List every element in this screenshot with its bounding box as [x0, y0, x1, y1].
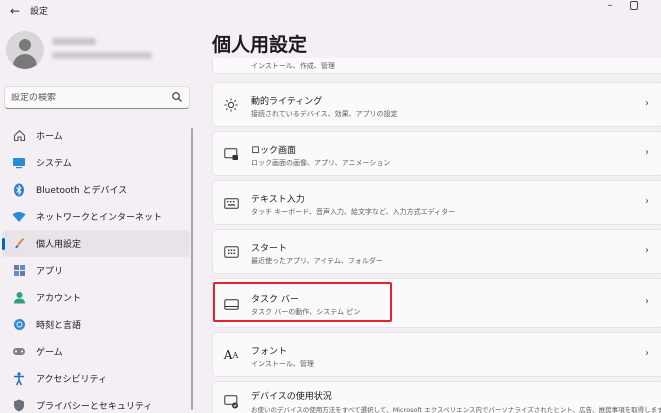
- sidebar-item-label: Bluetooth とデバイス: [36, 186, 128, 196]
- person-icon: [12, 291, 26, 305]
- sidebar-item-apps[interactable]: アプリ: [2, 257, 190, 284]
- chevron-right-icon: ›: [645, 98, 649, 109]
- card-title: デバイスの使用状況: [251, 392, 332, 402]
- chevron-right-icon: ›: [645, 196, 649, 207]
- card-fonts[interactable]: AA フォント インストール、管理 ›: [212, 332, 661, 377]
- chevron-right-icon: ›: [645, 245, 649, 256]
- card-start[interactable]: スタート 最近使ったアプリ、アイテム、フォルダー ›: [212, 229, 661, 274]
- sidebar-item-label: ゲーム: [36, 348, 63, 358]
- home-icon: [12, 129, 26, 143]
- accessibility-icon: [12, 371, 26, 386]
- lock-screen-icon: [223, 146, 239, 162]
- sidebar-item-personalization[interactable]: 個人用設定: [2, 230, 190, 257]
- keyboard-icon: [223, 195, 239, 211]
- sidebar-item-label: ネットワークとインターネット: [36, 213, 163, 223]
- user-email-redacted: [52, 52, 152, 59]
- card-themes[interactable]: インストール、作成、管理: [212, 58, 661, 74]
- card-subtitle: 接続されているデバイス、効果、アプリの設定: [251, 110, 398, 118]
- taskbar-highlight-box: [213, 282, 392, 322]
- apps-icon: [12, 264, 26, 278]
- shield-icon: [12, 399, 26, 413]
- sidebar-item-network[interactable]: ネットワークとインターネット: [2, 203, 190, 230]
- wifi-icon: [12, 210, 26, 224]
- sidebar-item-label: 個人用設定: [36, 240, 82, 250]
- card-device-usage[interactable]: デバイスの使用状況 お使いのデバイスの使用方法をすべて選択して、Microsof…: [212, 381, 661, 413]
- globe-icon: [12, 318, 26, 332]
- card-subtitle: インストール、作成、管理: [251, 62, 335, 70]
- sun-icon: [223, 97, 239, 113]
- device-usage-icon: [223, 394, 239, 410]
- sidebar-item-label: アカウント: [36, 294, 82, 304]
- sidebar-item-label: アクセシビリティ: [36, 375, 108, 385]
- card-title: 動的ライティング: [251, 97, 323, 107]
- maximize-button[interactable]: [628, 0, 640, 14]
- sidebar-scrollbar[interactable]: [191, 128, 193, 410]
- sidebar-nav: ホーム システム Bluetooth とデバイス ネットワークとインターネット …: [0, 122, 190, 413]
- card-title: スタート: [251, 244, 288, 254]
- chevron-right-icon: ›: [645, 147, 649, 158]
- font-icon: AA: [223, 348, 239, 362]
- themes-icon: [223, 58, 239, 65]
- app-title: 設定: [30, 7, 49, 17]
- sidebar-item-label: プライバシーとセキュリティ: [36, 402, 153, 412]
- chevron-right-icon: ›: [645, 296, 649, 307]
- user-name-redacted: [52, 38, 96, 45]
- card-subtitle: タッチ キーボード、音声入力、絵文字など、入力方式エディター: [251, 208, 456, 216]
- search-icon[interactable]: [171, 91, 183, 103]
- search-input[interactable]: [11, 92, 171, 103]
- sidebar-item-accounts[interactable]: アカウント: [2, 284, 190, 311]
- sidebar-item-label: アプリ: [36, 267, 64, 277]
- sidebar-item-bluetooth[interactable]: Bluetooth とデバイス: [2, 176, 190, 203]
- title-bar: ← 設定 –: [0, 0, 661, 22]
- card-dynamic-lighting[interactable]: 動的ライティング 接続されているデバイス、効果、アプリの設定 ›: [212, 82, 661, 127]
- card-subtitle: お使いのデバイスの使用方法をすべて選択して、Microsoft エクスペリエンス…: [251, 406, 661, 413]
- card-text-input[interactable]: テキスト入力 タッチ キーボード、音声入力、絵文字など、入力方式エディター ›: [212, 180, 661, 225]
- avatar: [6, 31, 44, 69]
- card-lock-screen[interactable]: ロック画面 ロック画面の画像、アプリ、アニメーション ›: [212, 131, 661, 176]
- gamepad-icon: [12, 345, 26, 359]
- card-subtitle: 最近使ったアプリ、アイテム、フォルダー: [251, 257, 383, 265]
- card-subtitle: インストール、管理: [251, 360, 314, 368]
- sidebar-item-label: 時刻と言語: [36, 321, 82, 331]
- card-title: テキスト入力: [251, 195, 305, 205]
- bluetooth-icon: [12, 183, 26, 197]
- user-profile[interactable]: [6, 28, 186, 74]
- brush-icon: [12, 237, 26, 251]
- card-title: ロック画面: [251, 146, 297, 156]
- search-box[interactable]: [4, 86, 190, 109]
- sidebar-item-label: ホーム: [36, 132, 63, 142]
- chevron-right-icon: ›: [645, 348, 649, 359]
- card-subtitle: ロック画面の画像、アプリ、アニメーション: [251, 159, 391, 167]
- sidebar-item-gaming[interactable]: ゲーム: [2, 338, 190, 365]
- sidebar-item-home[interactable]: ホーム: [2, 122, 190, 149]
- back-button[interactable]: ←: [6, 2, 24, 20]
- minimize-button[interactable]: –: [602, 0, 618, 14]
- maximize-icon: [630, 1, 638, 10]
- page-title: 個人用設定: [212, 34, 308, 56]
- sidebar-item-label: システム: [36, 159, 72, 169]
- card-title: フォント: [251, 347, 288, 357]
- sidebar-item-time-language[interactable]: 時刻と言語: [2, 311, 190, 338]
- sidebar-item-system[interactable]: システム: [2, 149, 190, 176]
- start-icon: [223, 244, 239, 260]
- monitor-icon: [12, 156, 26, 170]
- sidebar-item-privacy[interactable]: プライバシーとセキュリティ: [2, 392, 190, 413]
- settings-list: インストール、作成、管理 動的ライティング 接続されているデバイス、効果、アプリ…: [212, 58, 661, 413]
- sidebar-item-accessibility[interactable]: アクセシビリティ: [2, 365, 190, 392]
